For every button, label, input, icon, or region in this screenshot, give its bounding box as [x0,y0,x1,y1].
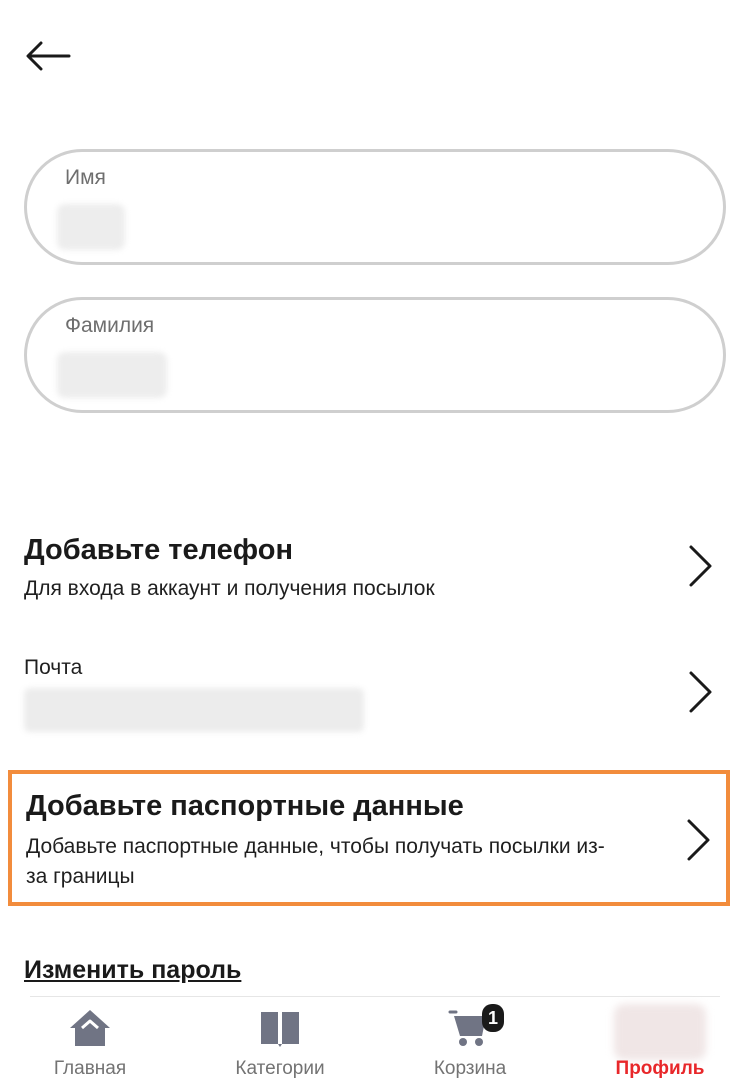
email-label: Почта [24,656,83,679]
last-name-field[interactable]: Фамилия [24,297,726,413]
chevron-right-icon [689,545,712,587]
tab-categories-label: Категории [235,1058,325,1079]
last-name-label: Фамилия [65,314,155,337]
email-value [24,688,364,732]
first-name-value [57,204,125,250]
chevron-right-icon [689,671,712,713]
cart-count-badge: 1 [482,1004,504,1032]
add-phone-title: Добавьте телефон [24,534,293,566]
add-passport-title: Добавьте паспортные данные [26,790,464,822]
chevron-right-icon [687,819,710,861]
bottom-tab-bar: Главная Категории 1 Корзина Профиль [0,996,750,1092]
home-icon [70,1010,110,1046]
tab-profile[interactable]: Профиль [580,996,740,1092]
add-phone-row[interactable]: Добавьте телефон Для входа в аккаунт и п… [0,528,750,618]
back-button[interactable] [22,34,74,78]
add-phone-subtitle: Для входа в аккаунт и получения посылок [24,577,435,600]
change-password-link[interactable]: Изменить пароль [24,956,241,985]
arrow-left-icon [26,41,71,71]
last-name-value [57,352,167,398]
tab-cart[interactable]: 1 Корзина [390,996,550,1092]
tab-profile-label: Профиль [615,1058,705,1079]
first-name-label: Имя [65,166,106,189]
tab-home[interactable]: Главная [10,996,170,1092]
email-row[interactable]: Почта [0,650,750,744]
first-name-field[interactable]: Имя [24,149,726,265]
book-icon [261,1012,299,1047]
add-passport-subtitle: Добавьте паспортные данные, чтобы получа… [26,835,605,888]
add-passport-row[interactable]: Добавьте паспортные данные Добавьте пасп… [8,770,730,906]
tab-home-label: Главная [53,1058,127,1079]
avatar [614,1004,706,1060]
tab-cart-label: Корзина [433,1058,507,1079]
tab-categories[interactable]: Категории [200,996,360,1092]
